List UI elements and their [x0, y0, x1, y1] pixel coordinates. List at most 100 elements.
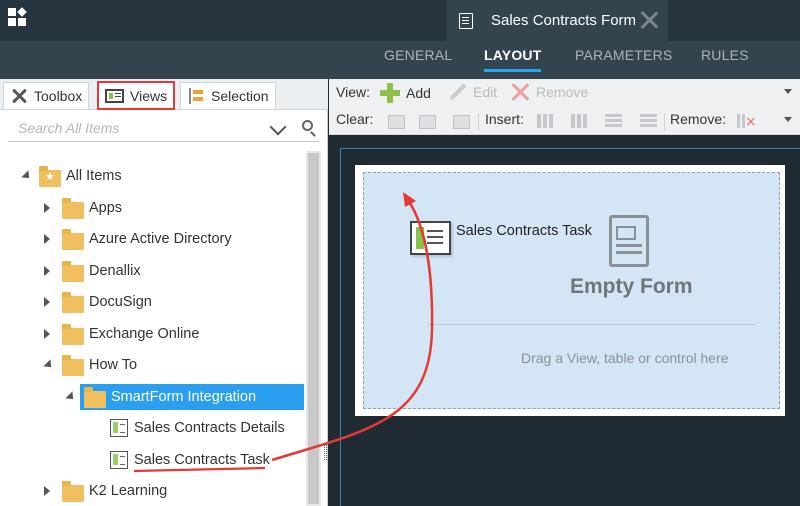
- insert-row-below-icon[interactable]: [639, 112, 659, 130]
- insert-column-left-icon[interactable]: [535, 112, 555, 130]
- expand-right-icon[interactable]: [44, 203, 50, 213]
- tree-item-k2-learning[interactable]: K2 Learning: [0, 478, 306, 504]
- tree-item-how-to[interactable]: How To: [0, 352, 306, 378]
- tree-item-azure-ad[interactable]: Azure Active Directory: [0, 226, 306, 252]
- edit-view-button[interactable]: Edit: [449, 83, 497, 101]
- search-icon[interactable]: [302, 120, 313, 131]
- tab-layout[interactable]: LAYOUT: [484, 47, 542, 72]
- panel-splitter[interactable]: [324, 444, 327, 460]
- tab-selection-label: Selection: [211, 88, 269, 104]
- clear-label: Clear:: [336, 111, 374, 127]
- folder-icon: [62, 481, 84, 502]
- folder-icon: [62, 261, 84, 282]
- tree-item-denallix[interactable]: Denallix: [0, 258, 306, 284]
- dragged-view[interactable]: Sales Contracts Task: [410, 221, 592, 255]
- tab-rules[interactable]: RULES: [701, 47, 749, 63]
- clear-row-icon[interactable]: [417, 112, 437, 130]
- clear-cell-icon[interactable]: [386, 112, 406, 130]
- chevron-down-icon[interactable]: [269, 118, 287, 136]
- expand-down-icon[interactable]: [43, 359, 55, 371]
- view-label: View:: [336, 84, 370, 100]
- insert-row-above-icon[interactable]: [604, 112, 624, 130]
- expand-right-icon[interactable]: [44, 234, 50, 244]
- remove-column-icon[interactable]: [734, 112, 757, 130]
- tab-parameters[interactable]: PARAMETERS: [575, 47, 672, 63]
- view-icon: [110, 419, 128, 437]
- toolbar-more-icon[interactable]: [784, 89, 792, 94]
- document-tab[interactable]: Sales Contracts Form: [447, 0, 668, 41]
- folder-icon: [62, 324, 84, 345]
- tab-selection[interactable]: Selection: [180, 82, 276, 109]
- panel-tabs: Toolbox Views Selection: [0, 79, 328, 110]
- tree-item-label: How To: [89, 357, 138, 373]
- search-input[interactable]: [18, 117, 258, 139]
- wrench-icon: [10, 87, 28, 105]
- view-icon: [105, 88, 124, 103]
- tab-toolbox[interactable]: Toolbox: [3, 82, 90, 109]
- tree-item-label: Sales Contracts Details: [134, 420, 285, 436]
- folder-icon: [62, 355, 84, 376]
- remove-x-icon: [512, 83, 530, 101]
- remove-cells-label: Remove:: [670, 111, 727, 127]
- tree-item-label: Exchange Online: [89, 326, 200, 342]
- empty-form-icon: [609, 215, 649, 267]
- tab-general[interactable]: GENERAL: [384, 47, 452, 63]
- item-tree: All Items Apps Azure Active Directory De…: [0, 151, 306, 506]
- drop-zone-divider: [428, 324, 756, 325]
- tab-toolbox-label: Toolbox: [34, 88, 83, 104]
- scrollbar-thumb[interactable]: [308, 153, 319, 504]
- toolbar-more-icon[interactable]: [784, 117, 792, 122]
- tree-item-exchange-online[interactable]: Exchange Online: [0, 321, 306, 347]
- empty-form-title: Empty Form: [570, 275, 693, 298]
- folder-icon: [84, 387, 106, 408]
- dragged-view-label: Sales Contracts Task: [456, 223, 592, 239]
- tree-item-smartform-integration[interactable]: SmartForm Integration: [80, 384, 304, 410]
- tree-item-sales-contracts-details[interactable]: Sales Contracts Details: [0, 415, 306, 441]
- toolbar-separator: [664, 113, 665, 131]
- tree-item-sales-contracts-task[interactable]: Sales Contracts Task: [0, 447, 306, 473]
- expand-right-icon[interactable]: [44, 329, 50, 339]
- remove-label: Remove: [536, 84, 589, 100]
- insert-label: Insert:: [485, 111, 524, 127]
- clear-all-icon[interactable]: [451, 112, 471, 130]
- selection-icon: [187, 87, 205, 105]
- edit-label: Edit: [473, 84, 498, 100]
- tab-views[interactable]: Views: [97, 81, 176, 110]
- close-tab-icon[interactable]: [638, 9, 660, 31]
- pencil-icon: [449, 83, 467, 101]
- tree-item-docusign[interactable]: DocuSign: [0, 289, 306, 315]
- layout-toolbar: View: Add Edit Remove Clear: Insert: Rem…: [329, 79, 800, 135]
- tree-item-label: DocuSign: [89, 294, 152, 310]
- document-tab-title: Sales Contracts Form: [491, 12, 637, 29]
- tab-views-label: Views: [130, 87, 168, 104]
- folder-icon: [62, 229, 84, 250]
- apps-grid-icon[interactable]: [8, 7, 28, 28]
- add-view-button[interactable]: Add: [380, 83, 431, 103]
- tree-item-label: SmartForm Integration: [111, 389, 257, 405]
- expand-down-icon[interactable]: [65, 391, 77, 403]
- toolbar-separator: [478, 113, 479, 131]
- plus-icon: [380, 83, 400, 103]
- add-label: Add: [406, 85, 431, 101]
- tree-item-apps[interactable]: Apps: [0, 195, 306, 221]
- insert-column-right-icon[interactable]: [569, 112, 589, 130]
- expand-right-icon[interactable]: [44, 266, 50, 276]
- form-document-icon: [459, 12, 473, 29]
- tree-item-label: Azure Active Directory: [89, 231, 232, 247]
- tree-item-label: Apps: [89, 200, 123, 216]
- view-icon: [110, 451, 128, 469]
- tree-item-smartform-integration-wrap: SmartForm Integration: [0, 384, 306, 410]
- tree-item-label: K2 Learning: [89, 483, 168, 499]
- tree-item-label: All Items: [66, 168, 122, 184]
- expand-right-icon[interactable]: [44, 297, 50, 307]
- tree-item-label: Denallix: [89, 263, 141, 279]
- remove-view-button[interactable]: Remove: [512, 83, 588, 101]
- drop-hint: Drag a View, table or control here: [521, 350, 729, 366]
- top-bar: Sales Contracts Form: [0, 0, 800, 41]
- tree-scrollbar[interactable]: [306, 151, 321, 506]
- tree-item-label: Sales Contracts Task: [134, 452, 270, 468]
- expand-down-icon[interactable]: [21, 170, 33, 182]
- tree-item-all-items[interactable]: All Items: [0, 163, 306, 189]
- expand-right-icon[interactable]: [44, 486, 50, 496]
- folder-icon: [62, 198, 84, 219]
